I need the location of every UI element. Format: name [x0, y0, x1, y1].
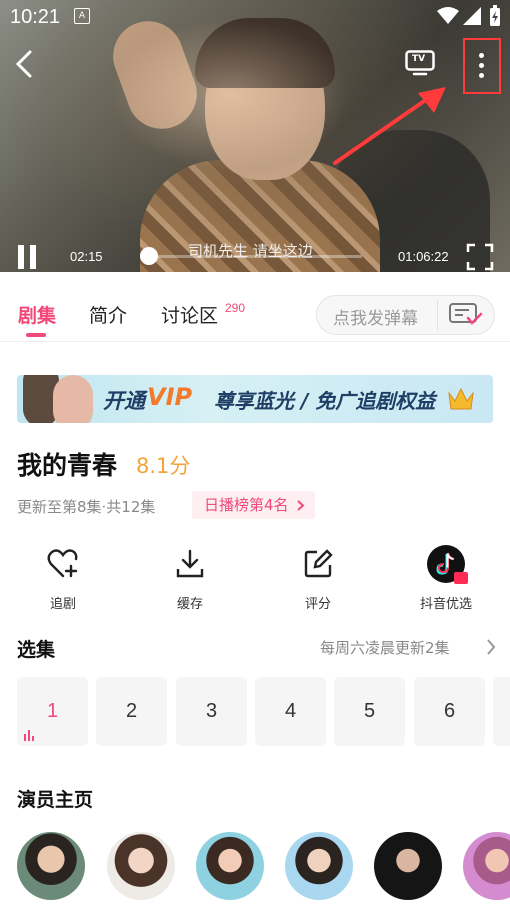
- episode-number: 4: [284, 700, 297, 722]
- douyin-label: 抖音优选: [419, 597, 472, 612]
- episode-button[interactable]: 3: [176, 677, 247, 746]
- follow-button[interactable]: 追剧: [23, 545, 103, 612]
- episode-button[interactable]: 2: [96, 677, 167, 746]
- show-title: 我的青春: [17, 451, 118, 480]
- episodes-more[interactable]: 每周六凌晨更新2集: [320, 637, 496, 658]
- tv-label: TV: [412, 54, 426, 64]
- playing-bars-icon: [24, 730, 34, 741]
- back-icon[interactable]: [14, 50, 34, 78]
- danmu-settings-icon[interactable]: [449, 303, 483, 327]
- episode-button[interactable]: 1: [17, 677, 88, 746]
- danmu-placeholder: 点我发弹幕: [333, 309, 418, 329]
- pause-icon[interactable]: [16, 244, 38, 270]
- tab-active-indicator: [26, 333, 46, 337]
- episode-button[interactable]: 5: [334, 677, 405, 746]
- annotation-arrow: [333, 87, 446, 165]
- avatar[interactable]: [107, 832, 175, 900]
- episode-number: 6: [443, 700, 456, 722]
- wifi-icon: [437, 7, 459, 24]
- banner-vip: VIP: [147, 383, 193, 411]
- tv-cast-icon[interactable]: TV: [405, 50, 435, 76]
- show-score: 8.1分: [136, 454, 191, 478]
- chevron-right-icon: [296, 500, 305, 511]
- more-dot: [479, 63, 484, 68]
- episode-button[interactable]: 4: [255, 677, 326, 746]
- notification-icon: A: [74, 8, 90, 24]
- avatar[interactable]: [17, 832, 85, 900]
- follow-label: 追剧: [49, 597, 76, 612]
- episode-number: 3: [205, 700, 218, 722]
- tab-discussion[interactable]: 讨论区: [161, 301, 218, 328]
- more-options-button[interactable]: [463, 38, 501, 94]
- banner-prefix: 开通: [103, 389, 145, 413]
- episode-button[interactable]: 6: [414, 677, 485, 746]
- fullscreen-icon[interactable]: [466, 243, 494, 271]
- edit-icon: [278, 545, 358, 583]
- more-dot: [479, 53, 484, 58]
- status-time: 10:21: [10, 6, 61, 28]
- episode-number: 2: [125, 700, 138, 722]
- avatar[interactable]: [285, 832, 353, 900]
- tab-intro[interactable]: 简介: [89, 301, 127, 328]
- banner-person-image: [53, 375, 93, 423]
- subtitle-text: 司机先生 请坐这边: [188, 242, 313, 260]
- more-dot: [479, 73, 484, 78]
- episodes-header: 选集: [17, 639, 56, 661]
- video-player[interactable]: 10:21 A TV 02:15 司机先生 请坐这边 01:06:22: [0, 0, 510, 272]
- chevron-right-icon: [487, 639, 496, 655]
- avatar[interactable]: [463, 832, 510, 900]
- download-label: 缓存: [176, 597, 203, 612]
- download-icon: [150, 545, 230, 583]
- episode-number: 1: [46, 700, 59, 722]
- episode-number: 5: [363, 700, 376, 722]
- update-info: 更新至第8集·共12集: [17, 498, 156, 516]
- progress-knob[interactable]: [140, 247, 158, 265]
- battery-icon: [490, 5, 500, 26]
- douyin-icon: [406, 545, 486, 584]
- status-bar: 10:21 A: [0, 0, 510, 34]
- heart-plus-icon: [23, 545, 103, 583]
- rate-label: 评分: [304, 597, 331, 612]
- current-time: 02:15: [70, 249, 103, 264]
- rank-badge[interactable]: 日播榜第4名: [192, 491, 315, 519]
- crown-icon: [448, 387, 474, 410]
- rate-button[interactable]: 评分: [278, 545, 358, 612]
- tab-episodes[interactable]: 剧集: [18, 301, 56, 328]
- duration: 01:06:22: [398, 249, 449, 264]
- episodes-update-schedule: 每周六凌晨更新2集: [320, 639, 450, 657]
- avatar[interactable]: [196, 832, 264, 900]
- vip-banner[interactable]: 开通 VIP 尊享蓝光 / 免广追剧权益: [17, 375, 493, 423]
- divider: [437, 300, 438, 330]
- discussion-count-badge: 290: [225, 301, 246, 315]
- danmu-input[interactable]: 点我发弹幕: [316, 295, 495, 335]
- cast-header: 演员主页: [17, 789, 94, 811]
- download-button[interactable]: 缓存: [150, 545, 230, 612]
- banner-text: 尊享蓝光 / 免广追剧权益: [214, 389, 436, 413]
- rank-label: 日播榜第4名: [204, 496, 289, 514]
- signal-icon: [463, 7, 481, 25]
- episode-button-partial[interactable]: [493, 677, 510, 746]
- douyin-button[interactable]: 抖音优选: [406, 545, 486, 612]
- avatar[interactable]: [374, 832, 442, 900]
